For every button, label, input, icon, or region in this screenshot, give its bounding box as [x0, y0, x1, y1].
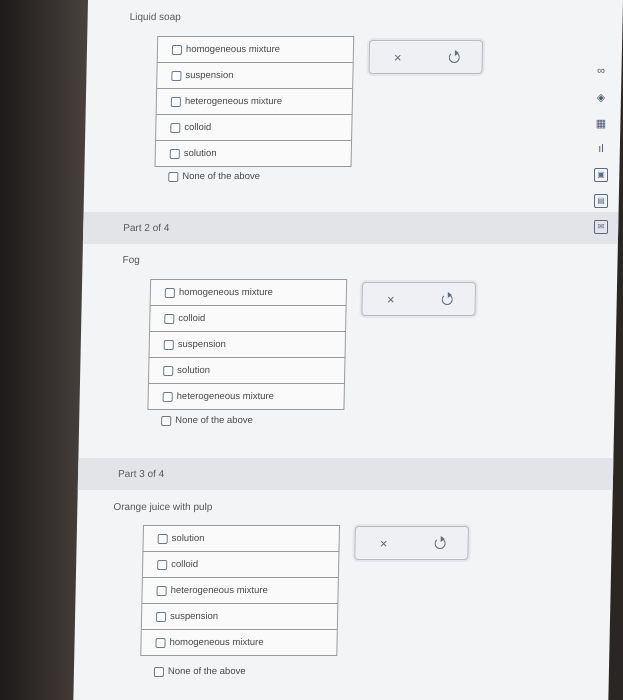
infinity-icon[interactable]: ∞ — [592, 62, 610, 80]
option-row[interactable]: suspension — [149, 332, 346, 358]
none-label: None of the above — [182, 171, 261, 182]
undo-icon — [441, 293, 453, 305]
option-row[interactable]: suspension — [157, 63, 353, 89]
part-header: Part 2 of 4 — [82, 212, 619, 244]
clear-button[interactable]: × — [355, 527, 412, 559]
checkbox[interactable] — [163, 365, 174, 376]
option-row[interactable]: heterogeneous mixture — [148, 384, 344, 409]
clear-button[interactable]: × — [369, 41, 426, 73]
option-label: homogeneous mixture — [178, 287, 273, 298]
tool-glyph: ✉ — [594, 220, 608, 234]
option-label: colloid — [178, 313, 206, 324]
option-label: suspension — [185, 70, 234, 81]
none-label: None of the above — [167, 666, 246, 677]
option-label: suspension — [169, 611, 219, 622]
tool-glyph: ▦ — [595, 117, 607, 130]
answer-actions: × — [368, 40, 484, 74]
undo-button[interactable] — [425, 41, 482, 73]
option-label: solution — [183, 148, 217, 159]
answer-options-part2: homogeneous mixture colloid suspension s… — [147, 279, 348, 410]
none-label: None of the above — [175, 415, 253, 426]
option-label: solution — [177, 365, 211, 376]
checkbox[interactable] — [171, 44, 183, 55]
tool-glyph: ◈ — [596, 91, 606, 104]
question-label: Liquid soap — [129, 12, 181, 23]
question-label: Orange juice with pulp — [113, 502, 213, 513]
none-of-above-option[interactable]: None of the above — [168, 171, 260, 182]
undo-button[interactable] — [411, 527, 468, 559]
checkbox[interactable] — [153, 666, 165, 677]
checkbox[interactable] — [157, 533, 168, 544]
option-label: solution — [171, 533, 205, 544]
image-icon[interactable]: ▣ — [592, 166, 610, 184]
option-row[interactable]: solution — [143, 526, 339, 552]
checkbox[interactable] — [162, 391, 173, 402]
option-row[interactable]: colloid — [156, 115, 352, 141]
option-label: colloid — [184, 122, 212, 133]
option-label: suspension — [177, 339, 226, 350]
checkbox[interactable] — [156, 585, 167, 596]
option-label: homogeneous mixture — [169, 637, 264, 648]
undo-icon — [434, 537, 446, 549]
diamond-icon[interactable]: ◈ — [592, 88, 610, 106]
undo-icon — [448, 51, 460, 63]
checkbox[interactable] — [168, 171, 179, 182]
tool-glyph: ıl — [598, 143, 604, 155]
option-label: heterogeneous mixture — [184, 96, 283, 107]
checkbox[interactable] — [157, 559, 168, 570]
calculator-icon[interactable]: ▦ — [592, 114, 610, 132]
close-icon: × — [386, 291, 395, 307]
assignment-page: Liquid soap homogeneous mixture suspensi… — [73, 0, 623, 700]
close-icon: × — [379, 535, 388, 551]
tools-sidebar: ∞ ◈ ▦ ıl ▣ ▤ ✉ — [592, 62, 614, 244]
part-header: Part 3 of 4 — [77, 458, 614, 490]
checkbox[interactable] — [170, 96, 181, 107]
tool-glyph: ▣ — [594, 168, 608, 182]
checkbox[interactable] — [171, 70, 182, 81]
option-row[interactable]: homogeneous mixture — [150, 280, 347, 306]
option-row[interactable]: homogeneous mixture — [157, 37, 354, 63]
option-row[interactable]: heterogeneous mixture — [142, 578, 338, 604]
option-label: homogeneous mixture — [185, 44, 281, 55]
answer-options-part1: homogeneous mixture suspension heterogen… — [154, 36, 355, 167]
answer-actions: × — [361, 282, 477, 316]
option-row[interactable]: solution — [156, 141, 352, 166]
option-row[interactable]: heterogeneous mixture — [156, 89, 353, 115]
option-row[interactable]: homogeneous mixture — [141, 630, 337, 655]
option-row[interactable]: colloid — [142, 552, 339, 578]
none-of-above-option[interactable]: None of the above — [161, 415, 253, 426]
option-label: colloid — [171, 559, 199, 570]
clear-button[interactable]: × — [362, 283, 419, 315]
none-of-above-option[interactable]: None of the above — [153, 666, 246, 677]
option-row[interactable]: colloid — [150, 306, 346, 332]
chart-icon[interactable]: ıl — [592, 140, 610, 158]
checkbox[interactable] — [170, 122, 181, 133]
undo-button[interactable] — [418, 283, 475, 315]
checkbox[interactable] — [164, 313, 175, 324]
answer-options-part3: solution colloid heterogeneous mixture s… — [140, 525, 341, 656]
checkbox[interactable] — [164, 287, 175, 298]
checkbox[interactable] — [161, 415, 172, 426]
checkbox[interactable] — [155, 611, 167, 622]
mail-icon[interactable]: ✉ — [592, 218, 610, 236]
checkbox[interactable] — [163, 339, 174, 350]
tool-glyph: ∞ — [597, 65, 605, 77]
checkbox[interactable] — [155, 637, 166, 648]
close-icon: × — [393, 49, 402, 65]
checkbox[interactable] — [169, 148, 180, 159]
option-label: heterogeneous mixture — [176, 391, 274, 402]
question-label: Fog — [122, 255, 140, 266]
option-label: heterogeneous mixture — [170, 585, 268, 596]
tool-glyph: ▤ — [594, 194, 608, 208]
option-row[interactable]: solution — [148, 358, 345, 384]
periodic-table-icon[interactable]: ▤ — [592, 192, 610, 210]
option-row[interactable]: suspension — [141, 604, 338, 630]
answer-actions: × — [354, 526, 469, 560]
